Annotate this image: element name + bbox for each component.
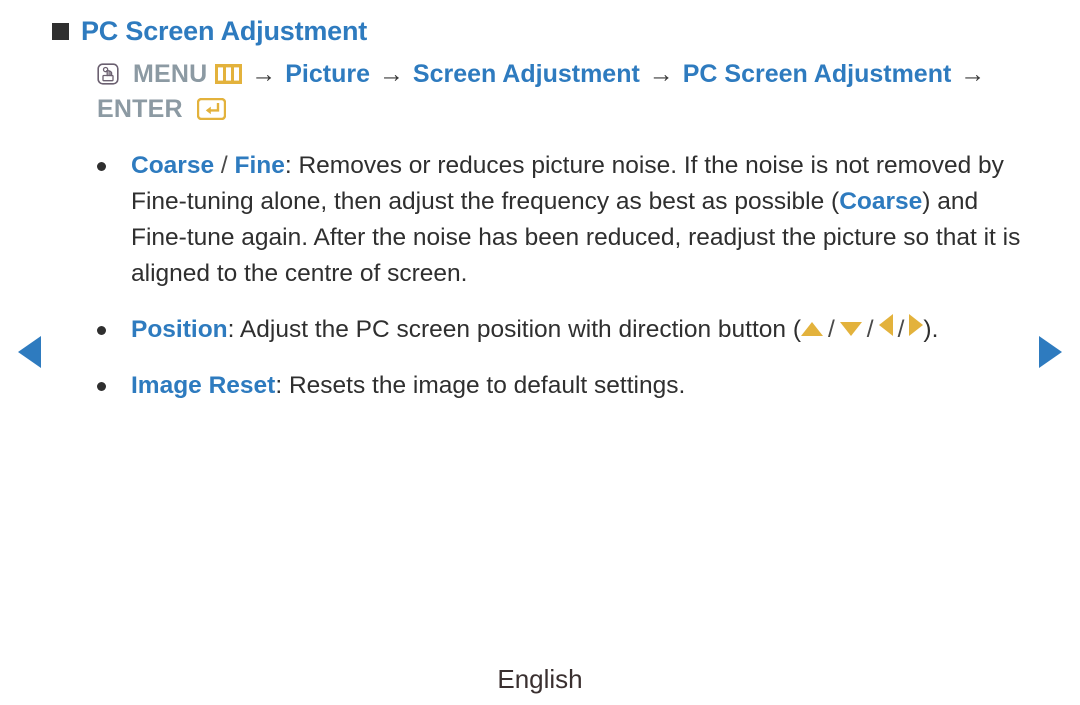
bullet-position: Position: Adjust the PC screen position … — [131, 312, 938, 348]
path-arrow-4: → — [960, 59, 986, 88]
down-triangle-icon — [839, 321, 862, 336]
enter-key-label: ENTER — [97, 95, 183, 124]
path-step-pc-screen-adjustment[interactable]: PC Screen Adjustment — [683, 60, 952, 88]
page-content: PC Screen Adjustment MENU → Picture → Sc… — [52, 14, 1028, 424]
path-step-picture[interactable]: Picture — [285, 60, 370, 88]
menu-path: MENU → Picture → Screen Adjustment → PC … — [97, 57, 1028, 128]
footer-language-label: English — [497, 664, 583, 694]
term-fine[interactable]: Fine — [235, 152, 285, 179]
bullet-coarse-fine: Coarse / Fine: Removes or reduces pictur… — [131, 148, 1028, 292]
bullet-body-part1: : Adjust the PC screen position with dir… — [227, 315, 801, 343]
list-item: Position: Adjust the PC screen position … — [97, 312, 1028, 348]
term-separator: / — [214, 151, 235, 179]
emanual-page: PC Screen Adjustment MENU → Picture → Sc… — [0, 0, 1080, 705]
list-item: Coarse / Fine: Removes or reduces pictur… — [97, 148, 1028, 292]
bullet-dot-icon — [97, 381, 106, 391]
path-arrow-3: → — [648, 59, 674, 88]
arrow-slash-2: / — [866, 315, 874, 343]
enter-key-icon — [196, 95, 226, 121]
bullet-list: Coarse / Fine: Removes or reduces pictur… — [97, 148, 1028, 404]
arrow-slash-1: / — [827, 315, 835, 343]
up-triangle-icon — [800, 321, 823, 336]
bullet-image-reset: Image Reset: Resets the image to default… — [131, 368, 685, 404]
right-triangle-icon — [909, 313, 924, 336]
term-image-reset[interactable]: Image Reset — [131, 372, 275, 399]
path-step-screen-adjustment[interactable]: Screen Adjustment — [413, 60, 640, 88]
menu-path-line: MENU → Picture → Screen Adjustment → PC … — [97, 57, 1028, 128]
menu-key-label: MENU — [132, 59, 208, 88]
term-position[interactable]: Position — [131, 316, 228, 343]
bullet-dot-icon — [97, 161, 106, 171]
term-coarse[interactable]: Coarse — [131, 152, 214, 179]
section-heading: PC Screen Adjustment — [52, 14, 1028, 49]
path-arrow-1: → — [251, 59, 277, 88]
inline-term-coarse[interactable]: Coarse — [839, 188, 922, 215]
bullet-body-part2: ). — [923, 315, 939, 343]
bullet-body: : Resets the image to default settings. — [275, 371, 686, 399]
page-title: PC Screen Adjustment — [81, 16, 368, 46]
arrow-slash-3: / — [897, 315, 905, 343]
square-bullet-icon — [52, 23, 69, 40]
bullet-dot-icon — [97, 325, 106, 335]
hand-press-icon — [97, 60, 119, 85]
previous-page-button[interactable] — [18, 336, 41, 368]
list-item: Image Reset: Resets the image to default… — [97, 368, 1028, 404]
menu-bars-icon — [215, 59, 243, 84]
path-arrow-2: → — [378, 59, 404, 88]
left-triangle-icon — [878, 313, 893, 336]
next-page-button[interactable] — [1039, 336, 1062, 368]
